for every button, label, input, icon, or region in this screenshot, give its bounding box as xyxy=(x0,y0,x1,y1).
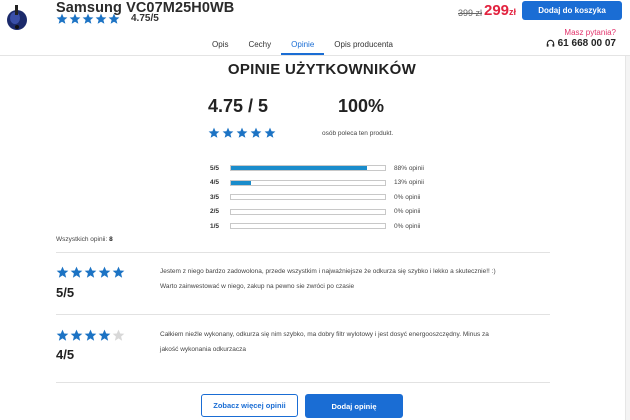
recommend-percent: 100% xyxy=(338,96,385,116)
breakdown-label: 3/5 xyxy=(210,193,220,201)
add-to-cart-button[interactable]: Dodaj do koszyka xyxy=(522,1,622,20)
product-tabs: Opis Cechy Opinie Opis producenta xyxy=(202,38,403,55)
more-reviews-button[interactable]: Zobacz więcej opinii xyxy=(201,394,298,417)
star-filled-icon xyxy=(70,329,83,341)
breakdown-percent: 0% opinii xyxy=(394,208,421,216)
breakdown-label: 1/5 xyxy=(210,222,220,230)
review-1-text: Jestem z niego bardzo zadowolona, przede… xyxy=(160,264,550,294)
review-1-line-1: Jestem z niego bardzo zadowolona, przede… xyxy=(160,268,496,275)
review-1-stars xyxy=(56,266,125,279)
star-filled-icon xyxy=(84,266,97,278)
phone-number: 61 668 00 07 xyxy=(557,38,616,49)
breakdown-label: 2/5 xyxy=(210,208,220,216)
header-rating-text: 4.75/5 xyxy=(131,13,159,24)
tab-opinie[interactable]: Opinie xyxy=(281,38,325,55)
star-filled-icon xyxy=(56,266,69,278)
phone-contact[interactable]: 61 668 00 07 xyxy=(546,38,616,49)
new-price: 299zł xyxy=(484,2,516,19)
review-2-line-2: jakość wykonania odkurzacza xyxy=(160,346,246,353)
summary-rating-stars xyxy=(208,127,276,139)
tab-cechy[interactable]: Cechy xyxy=(238,38,281,55)
add-review-button[interactable]: Dodaj opinię xyxy=(305,394,403,418)
star-filled-icon xyxy=(264,127,276,138)
price-currency: zł xyxy=(509,7,517,17)
star-empty-icon xyxy=(112,329,125,341)
breakdown-track xyxy=(230,223,386,230)
star-filled-icon xyxy=(208,127,220,138)
star-filled-icon xyxy=(98,266,111,278)
breakdown-label: 5/5 xyxy=(210,164,220,172)
star-filled-icon xyxy=(69,13,81,24)
breakdown-percent: 0% opinii xyxy=(394,222,421,230)
breakdown-track xyxy=(230,165,386,172)
review-1-score: 5/5 xyxy=(56,285,75,300)
divider xyxy=(56,252,550,253)
star-filled-icon xyxy=(98,329,111,341)
divider xyxy=(56,382,550,383)
star-filled-icon xyxy=(82,13,94,24)
old-price: 399 zł xyxy=(458,8,483,18)
divider xyxy=(56,314,550,315)
breakdown-row-4: 4/5 13% opinii xyxy=(210,176,424,191)
breakdown-track xyxy=(230,208,386,215)
star-filled-icon xyxy=(250,127,262,138)
review-2-line-1: Całkiem nieźle wykonany, odkurza się nim… xyxy=(160,331,489,338)
rating-breakdown: 5/5 88% opinii 4/5 13% opinii 3/5 0% opi… xyxy=(210,161,424,234)
breakdown-percent: 88% opinii xyxy=(394,164,424,172)
header-rating-stars xyxy=(56,13,120,25)
breakdown-track xyxy=(230,179,386,186)
star-filled-icon xyxy=(112,266,125,278)
total-label: Wszystkich opinii: xyxy=(56,236,108,243)
headset-icon xyxy=(546,39,554,47)
breakdown-row-2: 2/5 0% opinii xyxy=(210,205,424,220)
star-filled-icon xyxy=(56,13,68,24)
breakdown-row-3: 3/5 0% opinii xyxy=(210,190,424,205)
price-value: 299 xyxy=(484,2,510,19)
total-reviews: Wszystkich opinii: 8 xyxy=(56,236,113,243)
breakdown-row-5: 5/5 88% opinii xyxy=(210,161,424,176)
star-filled-icon xyxy=(70,266,83,278)
sticky-product-header: Samsung VC07M25H0WB 4.75/5 399 zł 299zł … xyxy=(0,0,630,56)
review-2-text: Całkiem nieźle wykonany, odkurza się nim… xyxy=(160,327,550,357)
average-score: 4.75 / 5 xyxy=(208,96,269,116)
ask-question-link[interactable]: Masz pytania? xyxy=(564,28,616,37)
review-2-stars xyxy=(56,329,125,342)
breakdown-label: 4/5 xyxy=(210,179,220,187)
breakdown-track xyxy=(230,194,386,201)
star-filled-icon xyxy=(56,329,69,341)
review-2-score: 4/5 xyxy=(56,347,75,362)
star-filled-icon xyxy=(108,13,120,24)
tab-opis[interactable]: Opis xyxy=(202,38,238,55)
product-thumbnail[interactable] xyxy=(6,3,28,31)
breakdown-fill xyxy=(231,180,252,185)
review-1-line-2: Warto zainwestować w niego, zakup na pew… xyxy=(160,283,355,290)
star-filled-icon xyxy=(95,13,107,24)
recommend-text: osób poleca ten produkt. xyxy=(322,130,394,137)
total-count: 8 xyxy=(109,236,113,243)
breakdown-fill xyxy=(231,166,367,171)
star-filled-icon xyxy=(84,329,97,341)
breakdown-percent: 13% opinii xyxy=(394,179,424,187)
breakdown-row-1: 1/5 0% opinii xyxy=(210,219,424,234)
star-filled-icon xyxy=(222,127,234,138)
scrollbar[interactable] xyxy=(625,56,630,420)
star-filled-icon xyxy=(236,127,248,138)
tab-opis-producenta[interactable]: Opis producenta xyxy=(324,38,403,55)
reviews-heading: OPINIE UŻYTKOWNIKÓW xyxy=(227,61,417,78)
breakdown-percent: 0% opinii xyxy=(394,193,421,201)
